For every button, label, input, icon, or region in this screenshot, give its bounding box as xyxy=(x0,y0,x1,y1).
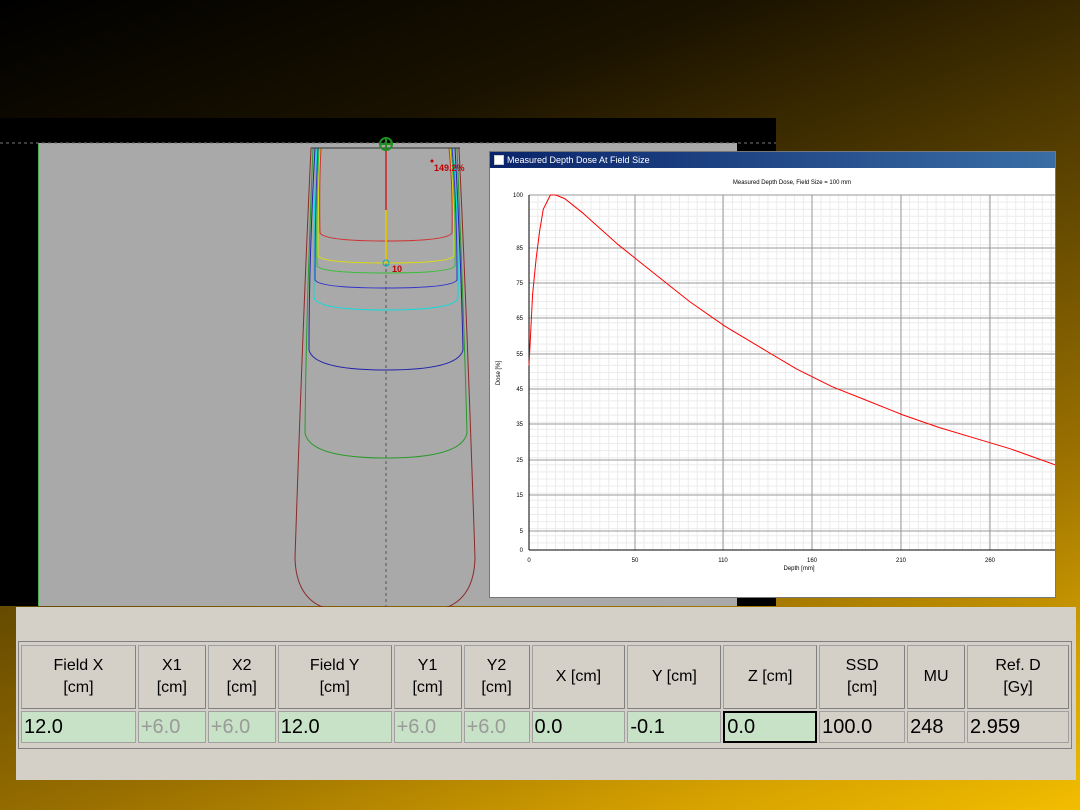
cell-y-position[interactable]: -0.1 xyxy=(627,711,722,743)
graph-window-title: Measured Depth Dose At Field Size xyxy=(507,155,650,165)
x-tick-label: 260 xyxy=(985,558,996,564)
header-field-x[interactable]: Field X [cm] xyxy=(21,645,136,709)
header-x-position[interactable]: X [cm] xyxy=(531,645,626,709)
isodose-line-outer xyxy=(294,147,476,608)
depth-dose-chart: 1008575655545352515500 50 110 160 210 260Meas… xyxy=(496,180,1055,572)
window-icon xyxy=(494,155,504,165)
y-tick-label: 55 xyxy=(516,352,523,358)
table-row: 12.0 +6.0 +6.0 12.0 +6.0 +6.0 0.0 -0.1 0… xyxy=(21,711,1069,743)
table-header-row: Field X [cm] X1 [cm] X2 [cm] Field Y [cm] Y1… xyxy=(21,645,1069,709)
header-x2[interactable]: X2 [cm] xyxy=(207,645,276,709)
cell-x-position[interactable]: 0.0 xyxy=(531,711,626,743)
header-ssd[interactable]: SSD [cm] xyxy=(819,645,906,709)
header-x1[interactable]: X1 [cm] xyxy=(137,645,206,709)
field-parameters-panel: Field X [cm] X1 [cm] X2 [cm] Field Y [cm] Y1… xyxy=(16,607,1076,780)
y-tick-label: 5 xyxy=(520,529,524,535)
header-y2[interactable]: Y2 [cm] xyxy=(463,645,530,709)
cell-z-position[interactable]: 0.0 xyxy=(723,711,818,743)
cell-x2[interactable]: +6.0 xyxy=(207,711,276,743)
cell-y2[interactable]: +6.0 xyxy=(463,711,530,743)
x-tick-label: 50 xyxy=(632,558,639,564)
cell-field-x[interactable]: 12.0 xyxy=(21,711,136,743)
header-y1[interactable]: Y1 [cm] xyxy=(393,645,462,709)
header-z-position[interactable]: Z [cm] xyxy=(723,645,818,709)
cell-ssd: 100.0 xyxy=(819,711,906,743)
cell-ref-dose: 2.959 xyxy=(967,711,1069,743)
header-mu[interactable]: MU xyxy=(907,645,966,709)
x-tick-label: 0 xyxy=(527,558,531,564)
y-tick-label: 85 xyxy=(516,246,523,252)
cell-x1[interactable]: +6.0 xyxy=(137,711,206,743)
y-tick-label: 35 xyxy=(516,422,523,428)
y-tick-label: 25 xyxy=(516,458,523,464)
y-axis-label: Dose [%] xyxy=(496,360,502,385)
y-tick-label: 0 xyxy=(520,548,524,554)
chart-title: Measured Depth Dose, Field Size = 100 mm xyxy=(733,180,851,186)
x-tick-label: 110 xyxy=(718,558,728,564)
x-tick-label: 160 xyxy=(807,558,818,564)
header-y-position[interactable]: Y [cm] xyxy=(627,645,722,709)
graph-window-titlebar[interactable]: Measured Depth Dose At Field Size xyxy=(490,152,1055,168)
y-tick-label: 65 xyxy=(516,316,523,322)
field-parameters-grid: Field X [cm] X1 [cm] X2 [cm] Field Y [cm] Y1… xyxy=(18,641,1072,749)
max-dose-label: 149.2% xyxy=(434,163,465,173)
y-tick-label: 75 xyxy=(516,281,523,287)
y-tick-label: 15 xyxy=(516,493,523,499)
cell-y1[interactable]: +6.0 xyxy=(393,711,462,743)
x-tick-label: 210 xyxy=(896,558,907,564)
depth-marker-label: 10 xyxy=(392,264,402,274)
depth-dose-graph-window[interactable]: Measured Depth Dose At Field Size 100 85 7… xyxy=(489,151,1056,598)
x-axis-label: Depth [mm] xyxy=(783,566,814,572)
y-tick-label: 45 xyxy=(516,387,523,393)
header-ref-dose[interactable]: Ref. D [Gy] xyxy=(967,645,1069,709)
header-field-y[interactable]: Field Y [cm] xyxy=(277,645,392,709)
y-tick-label: 100 xyxy=(513,193,524,199)
cell-field-y[interactable]: 12.0 xyxy=(277,711,392,743)
cell-mu: 248 xyxy=(907,711,966,743)
field-parameters-table: Field X [cm] X1 [cm] X2 [cm] Field Y [cm] Y1… xyxy=(19,643,1071,745)
